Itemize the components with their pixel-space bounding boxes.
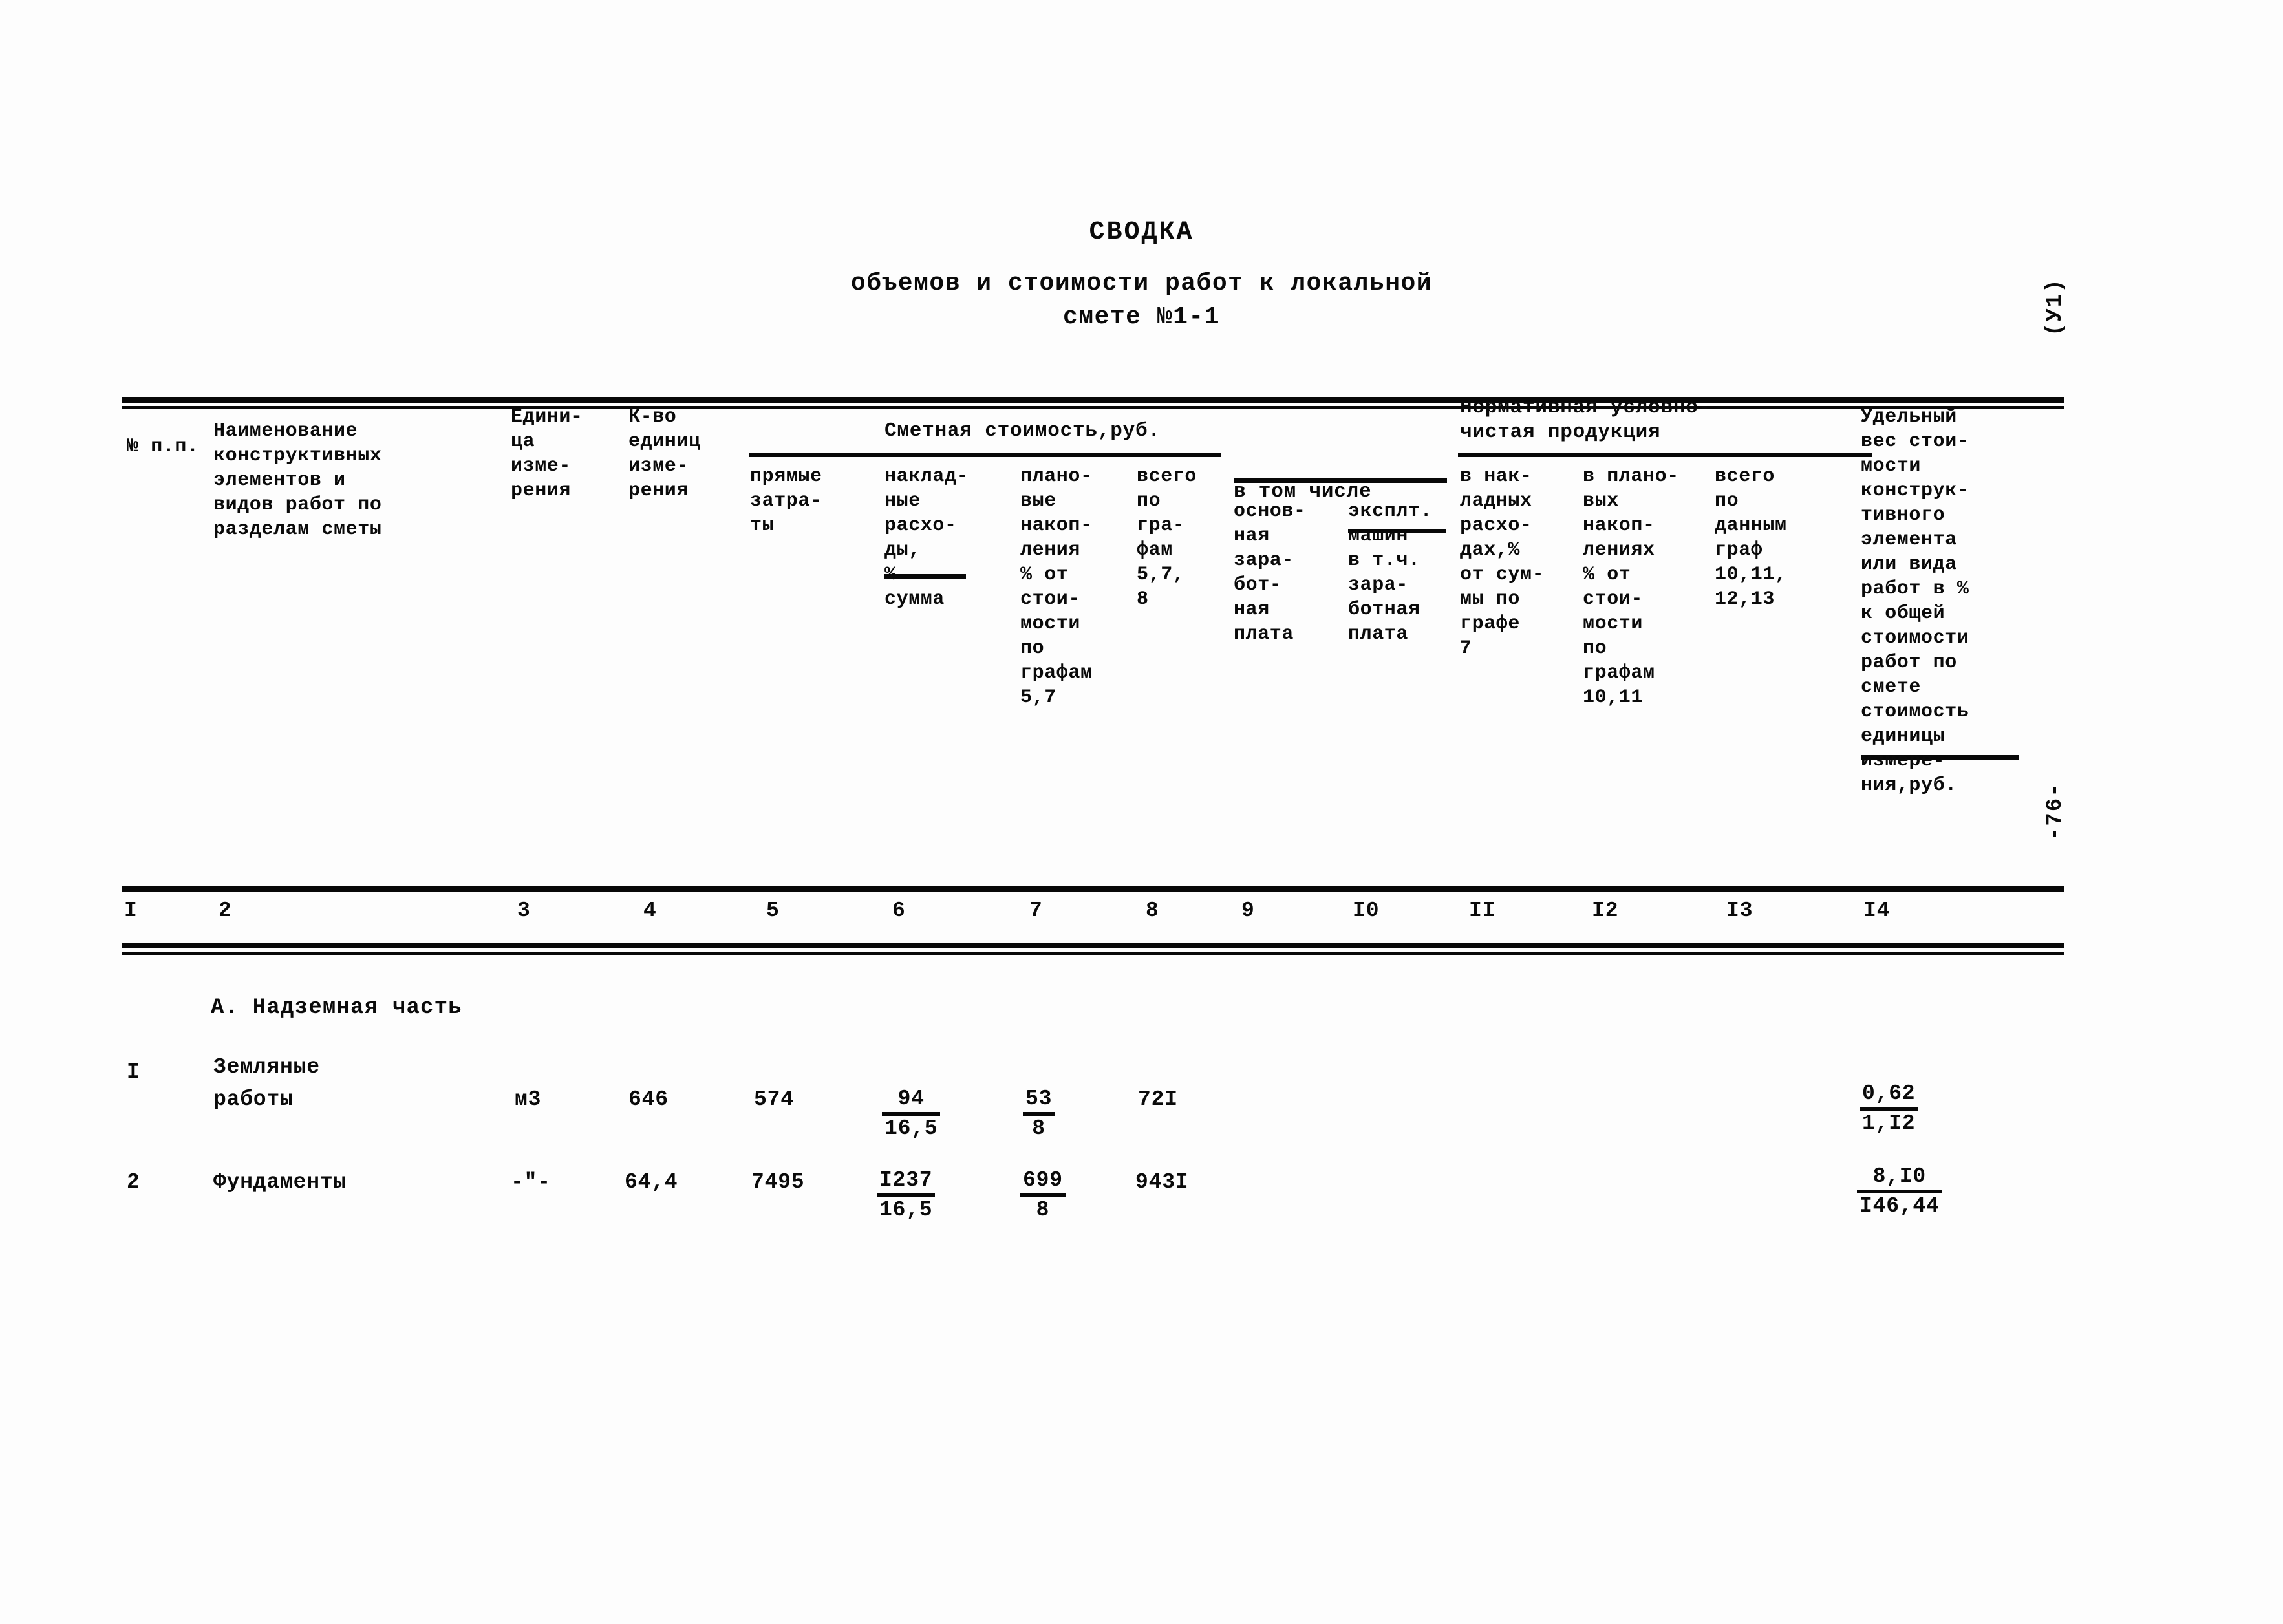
table-row-unit: -"- <box>511 1170 551 1194</box>
document-subtitle-line-1: объемов и стоимости работ к локальной <box>850 270 1433 297</box>
column-header-10: эксплт. машин в т.ч. зара- ботная плата <box>1348 500 1433 645</box>
column-header-14: Удельный вес стои- мости конструк- тивно… <box>1861 406 1969 796</box>
table-row-total: 72I <box>1138 1087 1178 1111</box>
column-header-2: Наименование конструктивных элементов и … <box>213 420 382 540</box>
group-caption-normative-output: Нормативная условно- чистая продукция <box>1460 396 1711 443</box>
table-top-rule <box>122 397 2064 403</box>
savings-percent: 8 <box>1023 1112 1055 1142</box>
column-header-8: всего по гра- фам 5,7, 8 <box>1137 465 1197 610</box>
section-heading: А. Надземная часть <box>211 996 462 1020</box>
table-row-quantity: 646 <box>628 1087 669 1111</box>
table-row-share-fraction: 8,I0 I46,44 <box>1857 1164 1942 1219</box>
column-header-7: плано- вые накоп- ления % от стои- мости… <box>1020 465 1093 709</box>
table-row-share-fraction: 0,62 1,I2 <box>1860 1081 1918 1137</box>
table-row-unit: м3 <box>515 1087 542 1111</box>
savings-percent: 8 <box>1020 1193 1066 1223</box>
column-number-3: 3 <box>517 899 531 923</box>
column-header-5: прямые затра- ты <box>750 465 822 537</box>
column-header-9: основ- ная зара- бот- ная плата <box>1234 500 1306 645</box>
savings-sum: 699 <box>1023 1168 1063 1192</box>
column-number-2: 2 <box>219 899 232 923</box>
table-row: 2 <box>127 1170 140 1194</box>
table-row-overhead-fraction: I237 16,5 <box>877 1168 936 1223</box>
group-caption-estimate-cost: Сметная стоимость,руб. <box>884 420 1161 442</box>
column-number-8: 8 <box>1146 899 1159 923</box>
column-number-14: I4 <box>1863 899 1891 923</box>
page-number: -76- <box>2043 782 2068 840</box>
table-row: I <box>127 1060 140 1084</box>
unit-cost: 1,I2 <box>1860 1107 1918 1137</box>
table-row-savings-fraction: 53 8 <box>1023 1086 1055 1142</box>
column-number-10: I0 <box>1353 899 1380 923</box>
estimate-cost-group-rule <box>749 453 1221 457</box>
column-header-11: в нак- ладных расхо- дах,% от сум- мы по… <box>1460 465 1545 659</box>
column-numbers-bottom-rule-second <box>122 952 2064 955</box>
share-percent: 0,62 <box>1862 1082 1916 1106</box>
column-header-1: № п.п. <box>127 436 199 458</box>
table-row-overhead-fraction: 94 16,5 <box>882 1086 941 1142</box>
column-numbers-top-rule <box>122 886 2064 892</box>
savings-sum: 53 <box>1025 1087 1053 1111</box>
column-number-1: I <box>124 899 138 923</box>
column-header-6: наклад- ные расхо- ды, % сумма <box>884 465 969 610</box>
table-row-name-line-1: Земляные <box>213 1055 320 1079</box>
column-number-5: 5 <box>766 899 780 923</box>
table-row-name-line-2: работы <box>213 1087 294 1111</box>
column-header-3: Едини- ца изме- рения <box>511 406 583 502</box>
overhead-percent: 16,5 <box>882 1112 941 1142</box>
table-row-name-line-1: Фундаменты <box>213 1170 347 1194</box>
document-page: СВОДКА объемов и стоимости работ к локал… <box>0 0 2283 1624</box>
column-number-13: I3 <box>1726 899 1753 923</box>
column-header-4: К-во единиц изме- рения <box>628 406 701 502</box>
normative-output-group-rule <box>1458 453 1872 457</box>
table-row-total: 943I <box>1135 1170 1189 1194</box>
column-numbers-bottom-rule <box>122 943 2064 948</box>
column-header-12: в плано- вых накоп- лениях % от стои- мо… <box>1583 465 1679 709</box>
column-number-11: II <box>1469 899 1496 923</box>
table-top-rule-second <box>122 406 2064 409</box>
column-number-4: 4 <box>643 899 657 923</box>
column-number-7: 7 <box>1029 899 1043 923</box>
document-title: СВОДКА <box>1089 218 1194 247</box>
table-row-quantity: 64,4 <box>625 1170 678 1194</box>
column-number-9: 9 <box>1241 899 1255 923</box>
overhead-sum: 94 <box>897 1087 925 1111</box>
table-row-savings-fraction: 699 8 <box>1020 1168 1066 1223</box>
table-row-direct-cost: 574 <box>754 1087 794 1111</box>
overhead-percent: 16,5 <box>877 1193 936 1223</box>
table-row-direct-cost: 7495 <box>751 1170 805 1194</box>
unit-cost: I46,44 <box>1857 1190 1942 1219</box>
document-subtitle-line-2: смете №1-1 <box>1062 303 1221 331</box>
overhead-sum: I237 <box>879 1168 933 1192</box>
section-mark: (У1) <box>2043 278 2068 336</box>
column-header-13: всего по данным граф 10,11, 12,13 <box>1715 465 1787 610</box>
share-percent: 8,I0 <box>1872 1164 1927 1188</box>
column-number-6: 6 <box>892 899 906 923</box>
column-number-12: I2 <box>1592 899 1619 923</box>
